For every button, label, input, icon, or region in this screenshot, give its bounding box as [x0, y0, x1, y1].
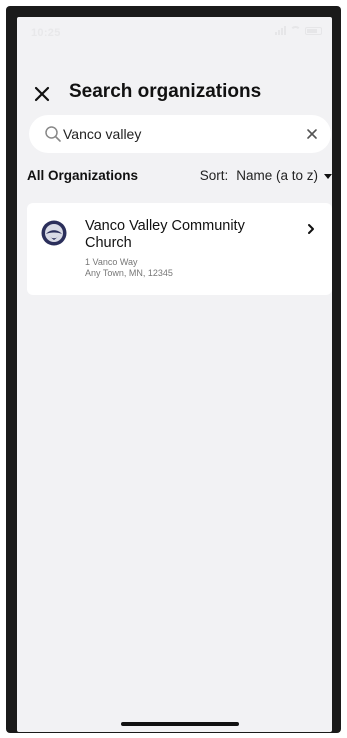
all-organizations-heading: All Organizations: [27, 168, 139, 183]
search-input[interactable]: [63, 124, 288, 144]
status-icons: [275, 26, 322, 35]
status-bar: 10:25: [17, 17, 332, 47]
chevron-right-icon: [308, 224, 314, 234]
close-button[interactable]: [31, 81, 53, 103]
search-icon: [45, 126, 61, 142]
organization-name: Vanco Valley Community Church: [85, 218, 245, 251]
search-bar: [29, 115, 331, 153]
sort-value: Name (a to z): [236, 168, 318, 183]
status-time: 10:25: [31, 27, 61, 39]
sort-label: Sort:: [199, 168, 229, 183]
clear-search-icon[interactable]: [305, 127, 319, 141]
wifi-icon: [290, 26, 301, 35]
caret-down-icon: [324, 174, 332, 179]
app-screen: 10:25 Search organizations All Organizat…: [17, 17, 332, 732]
close-icon: [34, 86, 50, 102]
list-header: All Organizations Sort: Name (a to z): [27, 168, 332, 188]
organization-result-card[interactable]: Vanco Valley Community Church 1 Vanco Wa…: [27, 203, 332, 295]
battery-icon: [305, 26, 322, 35]
address-line-2: Any Town, MN, 12345: [85, 268, 173, 278]
sort-dropdown[interactable]: Sort: Name (a to z): [200, 168, 332, 183]
organization-logo: [41, 220, 67, 246]
organization-address: 1 Vanco Way Any Town, MN, 12345: [85, 257, 173, 279]
page-title: Search organizations: [69, 81, 262, 102]
signal-icon: [275, 26, 286, 35]
address-line-1: 1 Vanco Way: [85, 257, 138, 267]
home-indicator[interactable]: [121, 722, 239, 726]
